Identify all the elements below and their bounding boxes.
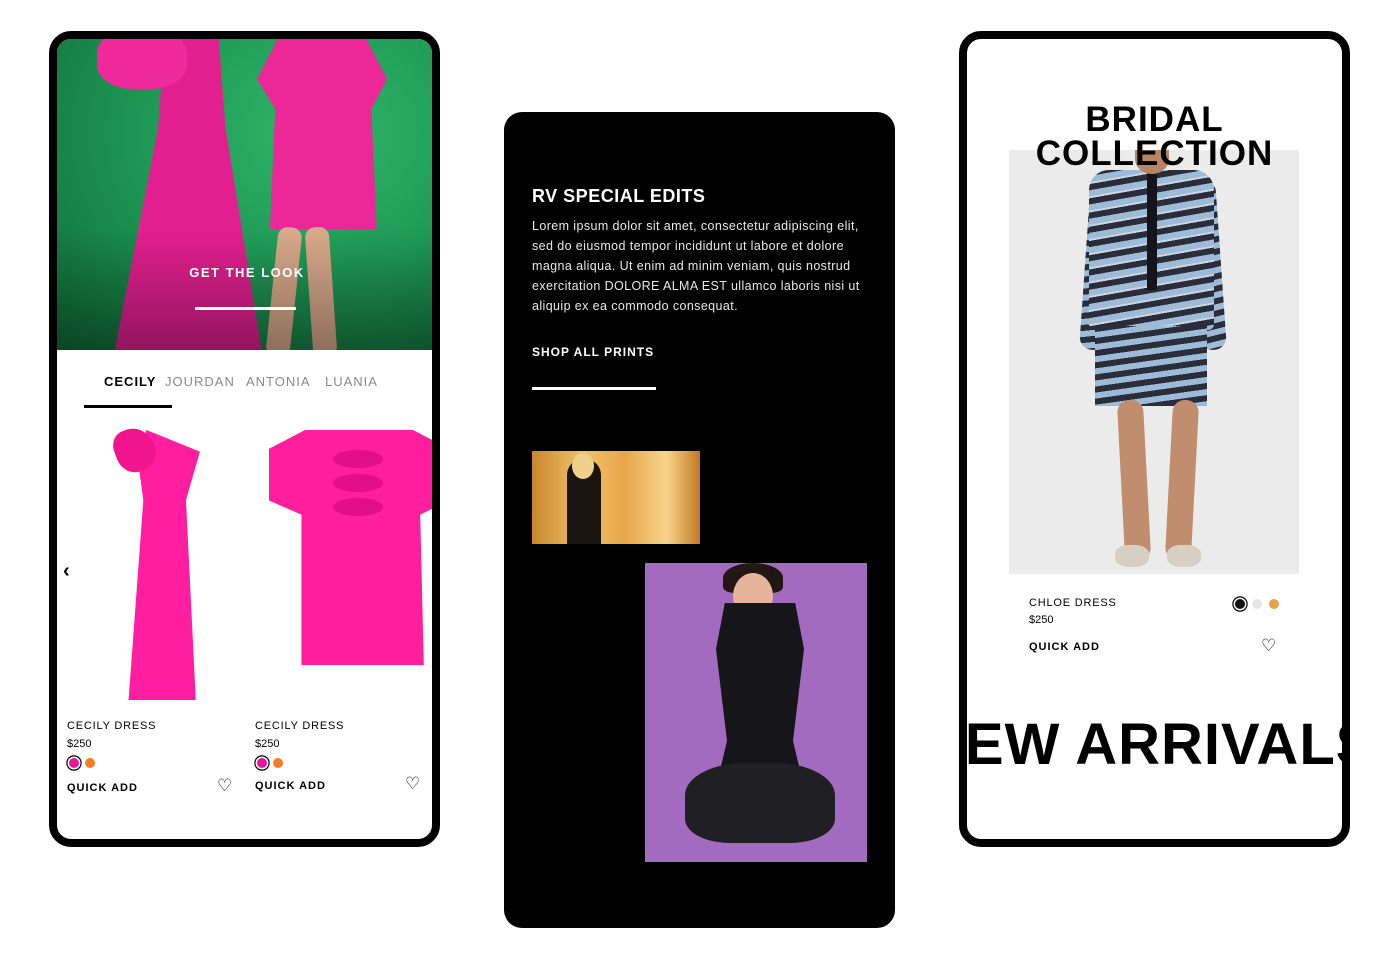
color-swatches [69,758,95,768]
color-swatches [1235,599,1279,609]
shop-all-prints-link[interactable]: SHOP ALL PRINTS [532,345,654,359]
swatch-tan[interactable] [1269,599,1279,609]
heading-line-1: BRIDAL [1085,100,1224,139]
jacket-placket [1147,170,1157,290]
heart-icon[interactable]: ♡ [217,776,232,796]
quick-add-button[interactable]: QUICK ADD [67,782,138,794]
knit-skirt [1095,326,1207,406]
editorial-photo-purple[interactable] [645,563,867,862]
cta-underline [195,307,296,310]
swatch-ivory[interactable] [1252,599,1262,609]
product-carousel: ‹ › CECILY DRESS $250 QUICK ADD ♡ CECILY… [57,410,432,839]
tab-cecily[interactable]: CECILY [104,374,156,389]
model-shoe [1167,545,1201,567]
section-title: RV SPECIAL EDITS [532,186,706,206]
product-name[interactable]: CECILY DRESS [67,720,156,732]
model-leg [1164,399,1200,561]
model-leg [1116,399,1152,561]
model-head [572,453,594,479]
product-image[interactable] [67,410,247,700]
color-swatches [257,758,283,768]
swatch-pink[interactable] [257,758,267,768]
heart-icon[interactable]: ♡ [405,774,420,794]
swatch-black[interactable] [1235,599,1245,609]
collection-heading: BRIDAL COLLECTION [967,100,1342,173]
quick-add-button[interactable]: QUICK ADD [255,780,326,792]
active-tab-indicator [84,405,172,408]
product-price: $250 [1029,614,1054,626]
phone-screen-get-the-look: GET THE LOOK CECILY JOURDAN ANTONIA LUAN… [49,31,440,847]
get-the-look-link[interactable]: GET THE LOOK [147,265,347,280]
hero-image[interactable]: GET THE LOOK [57,39,432,350]
heart-icon[interactable]: ♡ [1261,636,1276,656]
link-underline [532,387,656,390]
editorial-photo-gold[interactable] [532,451,700,544]
tab-jourdan[interactable]: JOURDAN [165,374,235,389]
swatch-pink[interactable] [69,758,79,768]
section-description: Lorem ipsum dolor sit amet, consectetur … [532,219,860,313]
swatch-orange[interactable] [273,758,283,768]
hero-model-dress [257,39,387,229]
quick-add-button[interactable]: QUICK ADD [1029,641,1100,653]
new-arrivals-marquee: NEW ARRIVALS [964,712,1350,777]
phone-screen-special-edits: RV SPECIAL EDITS Lorem ipsum dolor sit a… [504,112,895,928]
product-name[interactable]: CHLOE DRESS [1029,597,1117,609]
heading-line-2: COLLECTION [1035,134,1274,173]
phone-screen-bridal: BRIDAL COLLECTION CHLOE DRESS $250 QUICK… [959,31,1350,847]
mini-dress-bows [333,450,383,520]
product-price: $250 [67,738,92,750]
hero-shade [57,230,432,350]
product-price: $250 [255,738,280,750]
model-shoe [1115,545,1149,567]
dress-skirt [685,763,835,843]
swatch-orange[interactable] [85,758,95,768]
hero-model-sleeve [97,39,187,89]
look-tabs: CECILY JOURDAN ANTONIA LUANIA [57,350,432,410]
tab-luania[interactable]: LUANIA [325,374,378,389]
product-image[interactable] [1009,150,1299,574]
product-name[interactable]: CECILY DRESS [255,720,344,732]
product-image[interactable] [255,410,432,700]
tab-antonia[interactable]: ANTONIA [246,374,311,389]
